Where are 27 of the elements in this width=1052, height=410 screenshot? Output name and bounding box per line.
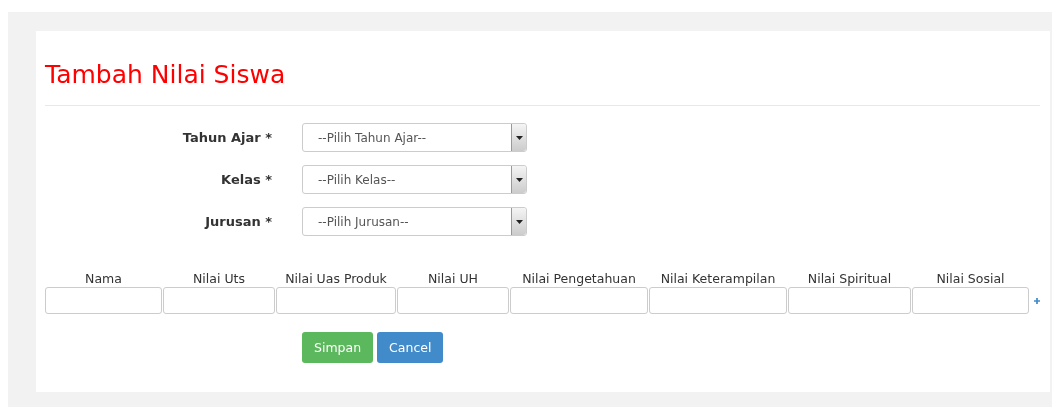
- column-header: Nilai Uas Produk: [285, 271, 387, 286]
- field-label: Jurusan *: [203, 214, 272, 229]
- page-title: Tambah Nilai Siswa: [45, 59, 286, 91]
- dropdown-field[interactable]: --Pilih Tahun Ajar--: [302, 123, 527, 152]
- field-label: Kelas *: [220, 172, 272, 187]
- column-header: Nilai Spiritual: [807, 271, 892, 286]
- caret-icon[interactable]: [511, 208, 526, 235]
- column-header: Nilai Sosial: [936, 271, 1005, 286]
- input-field[interactable]: [649, 287, 787, 314]
- column-header: Nilai Uts: [193, 271, 245, 286]
- input-field[interactable]: [276, 287, 396, 314]
- dropdown-field[interactable]: --Pilih Jurusan--: [302, 207, 527, 236]
- field-label: Tahun Ajar *: [181, 130, 272, 145]
- column-header: Nama: [85, 271, 122, 286]
- column-header: Nilai UH: [428, 271, 478, 286]
- input-field[interactable]: [788, 287, 911, 314]
- column-header: Nilai Pengetahuan: [522, 271, 636, 286]
- input-field[interactable]: [397, 287, 509, 314]
- input-field[interactable]: [45, 287, 162, 314]
- caret-icon[interactable]: [511, 166, 526, 193]
- caret-icon[interactable]: [511, 124, 526, 151]
- input-field[interactable]: [163, 287, 275, 314]
- input-field[interactable]: [510, 287, 648, 314]
- cancel-button[interactable]: Cancel: [377, 332, 444, 363]
- column-header: Nilai Keterampilan: [660, 271, 776, 286]
- input-field[interactable]: [912, 287, 1029, 314]
- dropdown-field[interactable]: --Pilih Kelas--: [302, 165, 527, 194]
